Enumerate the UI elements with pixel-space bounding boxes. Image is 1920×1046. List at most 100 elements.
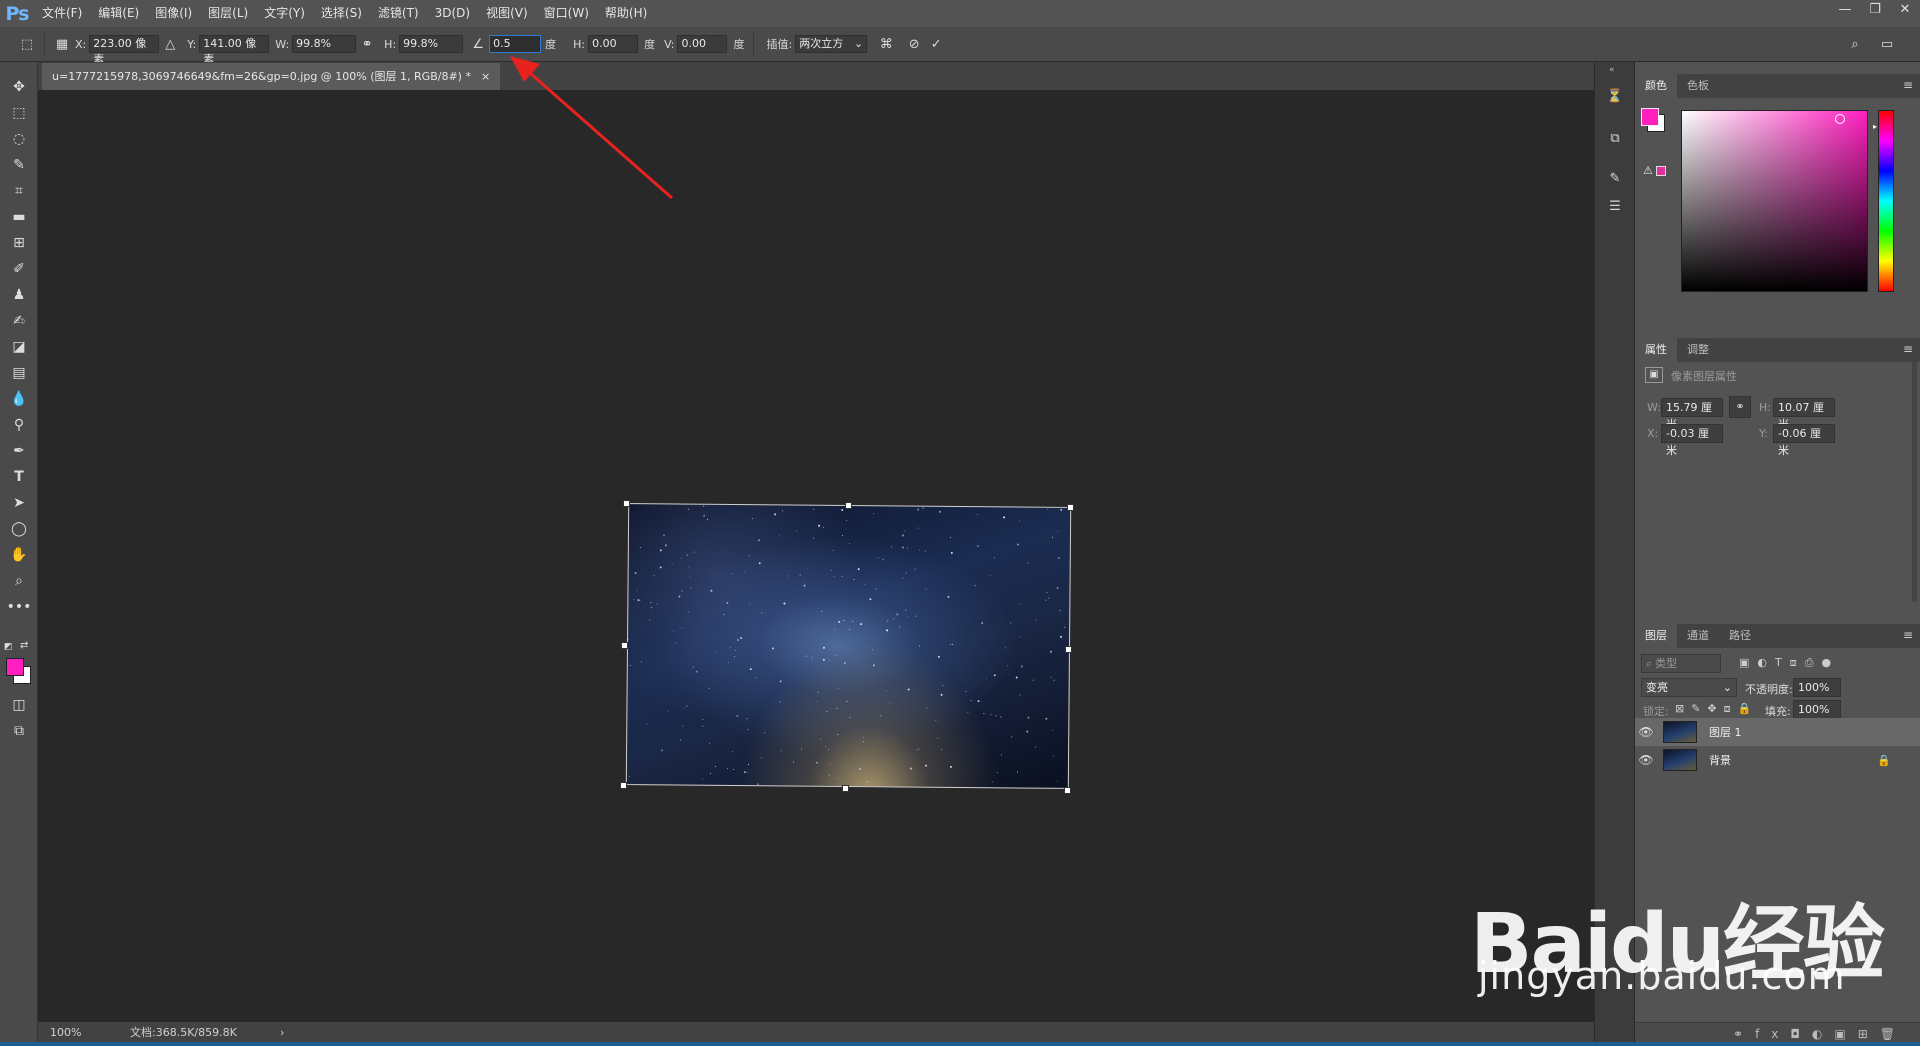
zoom-level[interactable]: 100% [50,1026,122,1039]
transform-tool-icon[interactable]: ⬚ [16,33,38,55]
tab-layers[interactable]: 图层 [1635,624,1677,648]
color-picker-cursor-icon[interactable] [1835,114,1845,124]
menu-filter[interactable]: 滤镜(T) [370,0,427,27]
tab-properties[interactable]: 属性 [1635,338,1677,362]
width-input[interactable]: 99.8% [292,35,357,53]
blend-mode-select[interactable]: 变亮 ⌄ [1641,678,1737,697]
restore-icon[interactable]: ❐ [1860,0,1890,22]
lock-icons[interactable]: ⊠✎✥⧈🔒 [1675,702,1758,716]
cancel-transform-icon[interactable]: ⊘ [903,33,925,55]
history-panel-icon[interactable]: ⏳ [1604,86,1626,108]
clone-stamp-tool-icon[interactable]: ♟ [6,284,32,306]
prop-x-field[interactable]: -0.03 厘米 [1661,424,1723,457]
lock-icon[interactable]: 🔒 [1877,754,1891,767]
dodge-tool-icon[interactable]: ⚲ [6,414,32,436]
gradient-tool-icon[interactable]: ▤ [6,362,32,384]
commit-transform-icon[interactable]: ✓ [925,33,947,55]
blur-tool-icon[interactable]: 💧 [6,388,32,410]
interpolation-select[interactable]: 两次立方 ⌄ [795,35,868,53]
lasso-tool-icon[interactable]: ◌ [6,128,32,150]
layer-name[interactable]: 背景 [1709,752,1731,768]
tab-swatches[interactable]: 色板 [1677,74,1719,98]
brush-tool-icon[interactable]: ✐ [6,258,32,280]
type-tool-icon[interactable]: T [6,466,32,488]
prop-y-field[interactable]: -0.06 厘米 [1773,424,1835,457]
delta-icon[interactable]: △ [159,33,181,55]
menu-type[interactable]: 文字(Y) [256,0,313,27]
x-input[interactable]: 223.00 像素 [89,35,160,66]
properties-panel-icon[interactable]: ⧉ [1604,128,1626,150]
eraser-tool-icon[interactable]: ◪ [6,336,32,358]
adjustments-panel-icon[interactable]: ☰ [1604,196,1626,218]
healing-brush-tool-icon[interactable]: ⊞ [6,232,32,254]
transform-handle-bottom-right[interactable] [1064,787,1071,794]
workspace-icon[interactable]: ▭ [1876,33,1898,55]
transform-handle-right[interactable] [1065,646,1072,653]
gamut-swatch[interactable] [1656,166,1666,176]
default-colors-icon[interactable]: ◩ [4,642,14,652]
hand-tool-icon[interactable]: ✋ [6,544,32,566]
marquee-tool-icon[interactable]: ⬚ [6,102,32,124]
transform-handle-top[interactable] [845,502,852,509]
swap-colors-icon[interactable]: ⇄ [20,640,28,651]
canvas-area[interactable] [40,90,1594,1022]
menu-edit[interactable]: 编辑(E) [90,0,147,27]
history-brush-tool-icon[interactable]: ✍ [6,310,32,332]
prop-height-field[interactable]: 10.07 厘米 [1773,398,1835,431]
transform-handle-top-left[interactable] [623,500,630,507]
pen-tool-icon[interactable]: ✒ [6,440,32,462]
menu-help[interactable]: 帮助(H) [597,0,655,27]
transform-handle-top-right[interactable] [1067,504,1074,511]
menu-view[interactable]: 视图(V) [478,0,536,27]
height-input[interactable]: 99.8% [399,35,464,53]
close-tab-icon[interactable]: × [481,64,490,90]
hue-slider[interactable] [1878,110,1894,292]
warp-mode-icon[interactable]: ⌘ [875,33,897,55]
status-arrow-icon[interactable]: › [280,1026,284,1039]
crop-tool-icon[interactable]: ⌗ [6,180,32,202]
ellipse-tool-icon[interactable]: ◯ [6,518,32,540]
transform-handle-left[interactable] [621,642,628,649]
layer-row[interactable]: 👁 图层 1 [1635,718,1920,746]
tab-paths[interactable]: 路径 [1719,624,1761,648]
close-window-icon[interactable]: ✕ [1890,0,1920,22]
menu-image[interactable]: 图像(I) [147,0,200,27]
link-dimensions-icon[interactable]: ⚭ [1729,396,1751,418]
fill-field[interactable]: 100% [1793,700,1841,719]
layer-row[interactable]: 👁 背景 🔒 [1635,746,1920,774]
tab-adjustments[interactable]: 调整 [1677,338,1719,362]
link-icon[interactable]: ⚭ [356,33,378,55]
menu-window[interactable]: 窗口(W) [536,0,597,27]
opacity-field[interactable]: 100% [1793,678,1841,697]
reference-point-icon[interactable]: ▦ [51,33,73,55]
layer-kind-filter[interactable]: ⌕ 类型 [1641,654,1721,673]
visibility-eye-icon[interactable]: 👁 [1635,725,1657,739]
panel-menu-icon[interactable]: ≡ [1903,628,1913,642]
tab-channels[interactable]: 通道 [1677,624,1719,648]
menu-file[interactable]: 文件(F) [34,0,90,27]
visibility-eye-icon[interactable]: 👁 [1635,753,1657,767]
more-tools-icon[interactable]: ••• [6,596,32,618]
color-picker-field[interactable] [1681,110,1868,292]
path-selection-tool-icon[interactable]: ➤ [6,492,32,514]
minimize-icon[interactable]: — [1830,0,1860,22]
tab-color[interactable]: 颜色 [1635,74,1677,98]
panel-menu-icon[interactable]: ≡ [1903,78,1913,92]
quick-mask-icon[interactable]: ◫ [6,694,32,716]
transform-handle-bottom-left[interactable] [620,782,627,789]
brush-panel-icon[interactable]: ✎ [1604,168,1626,190]
prop-width-field[interactable]: 15.79 厘米 [1661,398,1723,431]
transform-handle-bottom[interactable] [842,785,849,792]
quick-select-tool-icon[interactable]: ✎ [6,154,32,176]
zoom-tool-icon[interactable]: ⌕ [6,570,32,592]
menu-3d[interactable]: 3D(D) [427,0,478,27]
screen-mode-icon[interactable]: ⧉ [6,720,32,742]
menu-layer[interactable]: 图层(L) [200,0,256,27]
starry-sky-image[interactable] [625,503,1072,789]
gamut-warning-icon[interactable]: ⚠ [1643,164,1653,177]
menu-select[interactable]: 选择(S) [313,0,370,27]
properties-scrollbar[interactable] [1912,362,1917,602]
collapse-icon[interactable]: « [1609,65,1615,75]
move-tool-icon[interactable]: ✥ [6,76,32,98]
panel-menu-icon[interactable]: ≡ [1903,342,1913,356]
